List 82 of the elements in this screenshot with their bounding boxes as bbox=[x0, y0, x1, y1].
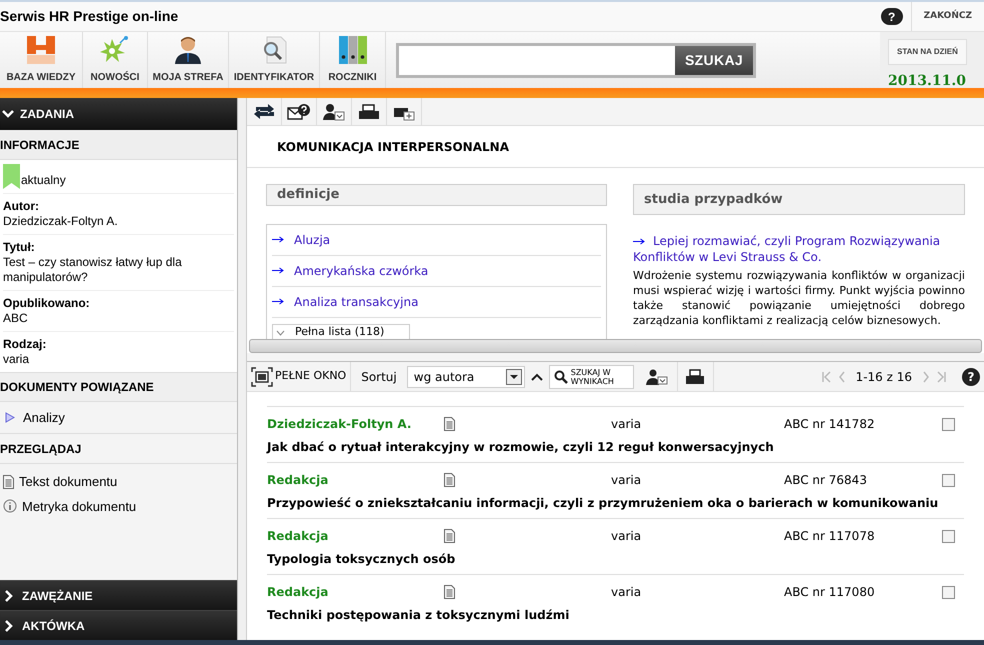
binders-icon bbox=[338, 35, 368, 65]
arrow-right-icon bbox=[272, 267, 284, 274]
chevron-right-icon bbox=[4, 620, 14, 632]
result-number: ABC nr 117080 bbox=[784, 584, 876, 601]
result-type: varia bbox=[611, 416, 642, 433]
field-label: Tytuł: bbox=[3, 240, 36, 255]
window-title: Serwis HR Prestige on-line bbox=[0, 7, 178, 26]
field-value: varia bbox=[3, 352, 30, 367]
definition-link[interactable]: Amerykańska czwórka bbox=[272, 256, 601, 286]
date-label: STAN NA DZIEŃ bbox=[888, 39, 967, 65]
document-icon bbox=[444, 473, 455, 487]
result-checkbox[interactable] bbox=[942, 530, 955, 542]
definition-link[interactable]: Aluzja bbox=[272, 224, 601, 256]
result-title[interactable]: Techniki postępowania z toksycznymi ludźmi bbox=[267, 606, 964, 624]
document-icon bbox=[444, 417, 455, 431]
browse-link[interactable]: Tekst dokumentu bbox=[3, 472, 234, 492]
result-number: ABC nr 117078 bbox=[784, 528, 876, 545]
status-text: aktualny bbox=[21, 172, 66, 189]
info-icon bbox=[3, 499, 17, 514]
bookmark-icon bbox=[3, 164, 20, 189]
sort-label: Sortuj bbox=[360, 368, 398, 386]
arrow-right-icon bbox=[272, 236, 284, 243]
help-button[interactable]: ? bbox=[880, 8, 903, 25]
section-header[interactable]: ZAWĘŻANIE bbox=[0, 580, 237, 610]
search-field[interactable]: SZUKAJ bbox=[396, 42, 756, 78]
search-results-button[interactable]: SZUKAJ W WYNIKACH bbox=[548, 364, 634, 388]
chevron-right-icon bbox=[4, 590, 14, 602]
document-icon bbox=[3, 474, 14, 489]
search-button[interactable]: SZUKAJ bbox=[675, 46, 753, 74]
document-icon bbox=[444, 529, 455, 543]
arrow-right-icon bbox=[272, 298, 284, 305]
sort-select[interactable]: wg autora bbox=[406, 366, 525, 388]
result-title[interactable]: Jak dbać o rytuał interakcyjny w rozmowie, czyli 12 reguł konwersacyjnych bbox=[267, 438, 964, 456]
related-header: DOKUMENTY POWIĄZANE bbox=[0, 372, 237, 402]
result-checkbox[interactable] bbox=[942, 586, 955, 598]
field-value: Dziedziczak-Foltyn A. bbox=[3, 214, 119, 229]
page-range: 1-16 z 16 bbox=[854, 368, 913, 386]
definition-link[interactable]: Analiza transakcyjna bbox=[272, 286, 601, 318]
document-icon bbox=[444, 585, 455, 599]
result-author[interactable]: Redakcja bbox=[267, 583, 444, 601]
tasks-header[interactable]: ZADANIA bbox=[0, 98, 237, 130]
chevron-down-icon bbox=[2, 109, 14, 119]
result-author[interactable]: Dziedziczak-Foltyn A. bbox=[267, 415, 444, 433]
result-type: varia bbox=[611, 584, 642, 601]
definitions-header: definicje bbox=[266, 184, 607, 206]
result-type: varia bbox=[611, 472, 642, 489]
user-icon bbox=[173, 35, 203, 65]
related-link[interactable]: Analizy bbox=[0, 402, 237, 434]
caret-icon bbox=[276, 328, 285, 336]
field-label: Rodzaj: bbox=[3, 337, 48, 352]
browse-link[interactable]: Metryka dokumentu bbox=[3, 496, 234, 516]
result-number: ABC nr 76843 bbox=[784, 472, 868, 489]
field-label: Opublikowano: bbox=[3, 296, 91, 311]
arrow-right-icon bbox=[633, 238, 645, 246]
cases-header: studia przypadków bbox=[633, 184, 965, 215]
field-label: Autor: bbox=[3, 199, 40, 214]
horizontal-scrollbar[interactable] bbox=[249, 339, 982, 353]
result-type: varia bbox=[611, 528, 642, 545]
case-description: Wdrożenie systemu rozwiązywania konfliktów w organizacji musi wspierać wizję i wartości firmy. Punkt wyjścia powinno także stanowić powiązanie umiejętności dobrego zarządzania konfliktami z realizacją celów biznesowych. bbox=[633, 268, 965, 328]
field-value: ABC bbox=[3, 311, 29, 326]
result-author[interactable]: Redakcja bbox=[267, 527, 444, 545]
result-title[interactable]: Przypowieść o zniekształcaniu informacji, czyli z przymrużeniem oka o barierach w komunikowaniu bbox=[267, 494, 964, 512]
result-author[interactable]: Redakcja bbox=[267, 471, 444, 489]
search-icon bbox=[554, 370, 568, 384]
help-button[interactable]: ? bbox=[962, 368, 980, 386]
browse-header: PRZEGLĄDAJ bbox=[0, 434, 237, 464]
document-title: KOMUNIKACJA INTERPERSONALNA bbox=[277, 138, 509, 156]
full-window-button[interactable]: PEŁNE OKNO bbox=[247, 362, 352, 391]
logout-button[interactable]: ZAKOŃCZ bbox=[910, 2, 984, 31]
case-link[interactable]: Lepiej rozmawiać, czyli Program Rozwiązywania Konfliktów w Levi Strauss & Co. bbox=[633, 233, 965, 265]
triangle-icon bbox=[5, 412, 15, 423]
result-checkbox[interactable] bbox=[942, 418, 955, 430]
fullscreen-icon bbox=[251, 366, 273, 386]
chevron-up-icon[interactable] bbox=[530, 372, 543, 380]
field-value: Test – czy stanowisz łatwy łup dla manipulatorów? bbox=[3, 255, 183, 285]
result-checkbox[interactable] bbox=[942, 474, 955, 486]
result-number: ABC nr 141782 bbox=[784, 416, 876, 433]
info-header: INFORMACJE bbox=[0, 130, 237, 160]
result-title[interactable]: Typologia toksycznych osób bbox=[267, 550, 964, 568]
section-header[interactable]: AKTÓWKA bbox=[0, 610, 237, 640]
date-value: 2013.11.0 bbox=[888, 72, 966, 91]
nav-tab[interactable]: ROCZNIKI bbox=[320, 32, 386, 88]
